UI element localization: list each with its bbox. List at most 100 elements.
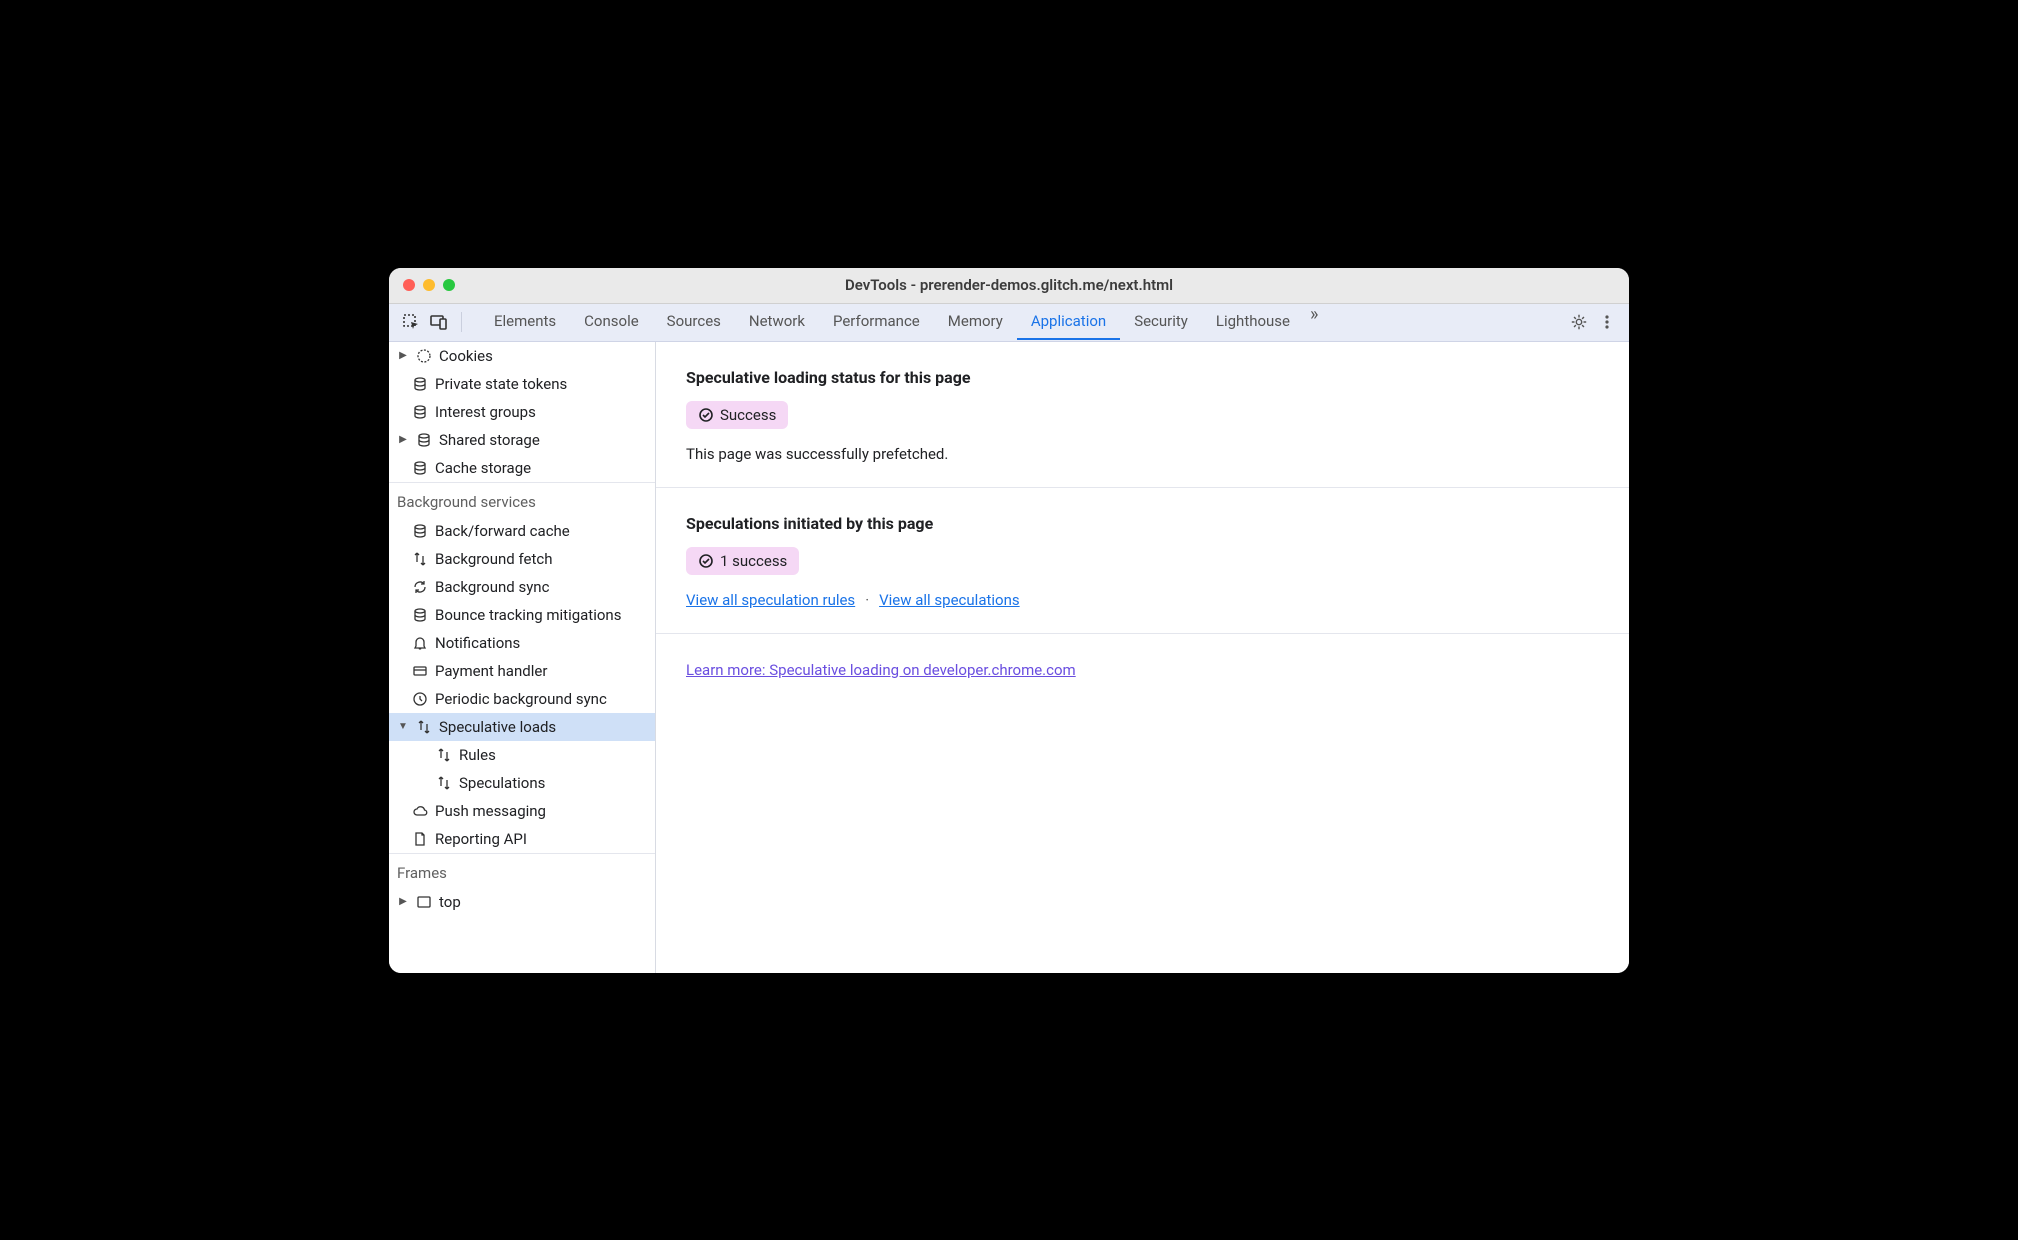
sidebar-item-speculations[interactable]: Speculations: [389, 769, 655, 797]
toolbar: Elements Console Sources Network Perform…: [389, 304, 1629, 342]
transfer-icon: [435, 746, 453, 764]
clock-icon: [411, 690, 429, 708]
sidebar-item-label: Cookies: [439, 347, 493, 365]
link-view-speculations[interactable]: View all speculations: [879, 591, 1020, 609]
sidebar-item-label: Speculative loads: [439, 718, 556, 736]
badge-label: Success: [720, 406, 776, 424]
separator-dot: ·: [865, 591, 869, 609]
sidebar-item-bounce-tracking[interactable]: Bounce tracking mitigations: [389, 601, 655, 629]
sidebar-item-notifications[interactable]: Notifications: [389, 629, 655, 657]
sidebar-item-payment-handler[interactable]: Payment handler: [389, 657, 655, 685]
sidebar-item-periodic-sync[interactable]: Periodic background sync: [389, 685, 655, 713]
chevron-down-icon: ▼: [397, 721, 409, 732]
sidebar-item-label: Rules: [459, 746, 496, 764]
sidebar-item-speculative-loads[interactable]: ▼ Speculative loads: [389, 713, 655, 741]
sidebar-item-label: Background sync: [435, 578, 549, 596]
cloud-icon: [411, 802, 429, 820]
transfer-icon: [415, 718, 433, 736]
sidebar-group-frames: Frames: [389, 853, 655, 888]
database-icon: [411, 606, 429, 624]
tab-lighthouse[interactable]: Lighthouse: [1202, 304, 1304, 340]
sidebar: ▶ Cookies Private state tokens Interest …: [389, 342, 656, 973]
tab-elements[interactable]: Elements: [480, 304, 570, 340]
bell-icon: [411, 634, 429, 652]
database-icon: [411, 375, 429, 393]
tab-performance[interactable]: Performance: [819, 304, 934, 340]
sidebar-item-label: Private state tokens: [435, 375, 567, 393]
sidebar-item-push-messaging[interactable]: Push messaging: [389, 797, 655, 825]
sidebar-item-reporting-api[interactable]: Reporting API: [389, 825, 655, 853]
tab-console[interactable]: Console: [570, 304, 653, 340]
tab-security[interactable]: Security: [1120, 304, 1202, 340]
sidebar-item-private-state-tokens[interactable]: Private state tokens: [389, 370, 655, 398]
separator: [461, 312, 462, 332]
more-icon[interactable]: [1595, 310, 1619, 334]
titlebar: DevTools - prerender-demos.glitch.me/nex…: [389, 268, 1629, 304]
initiated-section: Speculations initiated by this page 1 su…: [656, 488, 1629, 634]
sidebar-item-background-fetch[interactable]: Background fetch: [389, 545, 655, 573]
sidebar-item-rules[interactable]: Rules: [389, 741, 655, 769]
main-panel: Speculative loading status for this page…: [656, 342, 1629, 973]
initiated-badge: 1 success: [686, 547, 799, 575]
initiated-heading: Speculations initiated by this page: [686, 514, 1599, 533]
database-icon: [411, 403, 429, 421]
status-section: Speculative loading status for this page…: [656, 342, 1629, 488]
transfer-icon: [435, 774, 453, 792]
check-circle-icon: [698, 553, 714, 569]
close-button[interactable]: [403, 279, 415, 291]
tab-memory[interactable]: Memory: [934, 304, 1017, 340]
card-icon: [411, 662, 429, 680]
chevron-right-icon: ▶: [397, 434, 409, 445]
frame-icon: [415, 893, 433, 911]
links-row: View all speculation rules · View all sp…: [686, 591, 1599, 609]
sidebar-group-background-services: Background services: [389, 482, 655, 517]
sidebar-item-label: Shared storage: [439, 431, 540, 449]
minimize-button[interactable]: [423, 279, 435, 291]
status-text: This page was successfully prefetched.: [686, 445, 1599, 463]
sidebar-item-label: Background fetch: [435, 550, 552, 568]
sidebar-item-label: Bounce tracking mitigations: [435, 606, 621, 624]
window-title: DevTools - prerender-demos.glitch.me/nex…: [845, 276, 1173, 294]
settings-icon[interactable]: [1567, 310, 1591, 334]
body: ▶ Cookies Private state tokens Interest …: [389, 342, 1629, 973]
sidebar-item-back-forward-cache[interactable]: Back/forward cache: [389, 517, 655, 545]
device-toggle-icon[interactable]: [427, 310, 451, 334]
sidebar-item-label: top: [439, 893, 461, 911]
cookie-icon: [415, 347, 433, 365]
learn-more-section: Learn more: Speculative loading on devel…: [656, 634, 1629, 703]
sidebar-item-cookies[interactable]: ▶ Cookies: [389, 342, 655, 370]
sidebar-item-label: Reporting API: [435, 830, 527, 848]
tab-application[interactable]: Application: [1017, 304, 1120, 340]
sidebar-item-label: Push messaging: [435, 802, 546, 820]
tab-network[interactable]: Network: [735, 304, 819, 340]
sidebar-item-label: Speculations: [459, 774, 545, 792]
sidebar-item-top-frame[interactable]: ▶ top: [389, 888, 655, 916]
status-heading: Speculative loading status for this page: [686, 368, 1599, 387]
badge-label: 1 success: [720, 552, 787, 570]
devtools-window: DevTools - prerender-demos.glitch.me/nex…: [389, 268, 1629, 973]
check-circle-icon: [698, 407, 714, 423]
maximize-button[interactable]: [443, 279, 455, 291]
sidebar-item-interest-groups[interactable]: Interest groups: [389, 398, 655, 426]
chevron-right-icon: ▶: [397, 896, 409, 907]
database-icon: [411, 522, 429, 540]
sync-icon: [411, 578, 429, 596]
tab-sources[interactable]: Sources: [653, 304, 735, 340]
sidebar-item-background-sync[interactable]: Background sync: [389, 573, 655, 601]
database-icon: [415, 431, 433, 449]
panel-tabs: Elements Console Sources Network Perform…: [480, 304, 1563, 340]
sidebar-item-shared-storage[interactable]: ▶ Shared storage: [389, 426, 655, 454]
sidebar-item-label: Cache storage: [435, 459, 531, 477]
inspect-icon[interactable]: [399, 310, 423, 334]
document-icon: [411, 830, 429, 848]
sidebar-item-label: Back/forward cache: [435, 522, 570, 540]
sidebar-item-label: Periodic background sync: [435, 690, 607, 708]
transfer-icon: [411, 550, 429, 568]
tabs-overflow-icon[interactable]: »: [1304, 304, 1324, 340]
sidebar-item-label: Interest groups: [435, 403, 536, 421]
link-view-rules[interactable]: View all speculation rules: [686, 591, 855, 609]
link-learn-more[interactable]: Learn more: Speculative loading on devel…: [686, 661, 1076, 679]
status-badge: Success: [686, 401, 788, 429]
sidebar-item-cache-storage[interactable]: Cache storage: [389, 454, 655, 482]
sidebar-item-label: Notifications: [435, 634, 520, 652]
